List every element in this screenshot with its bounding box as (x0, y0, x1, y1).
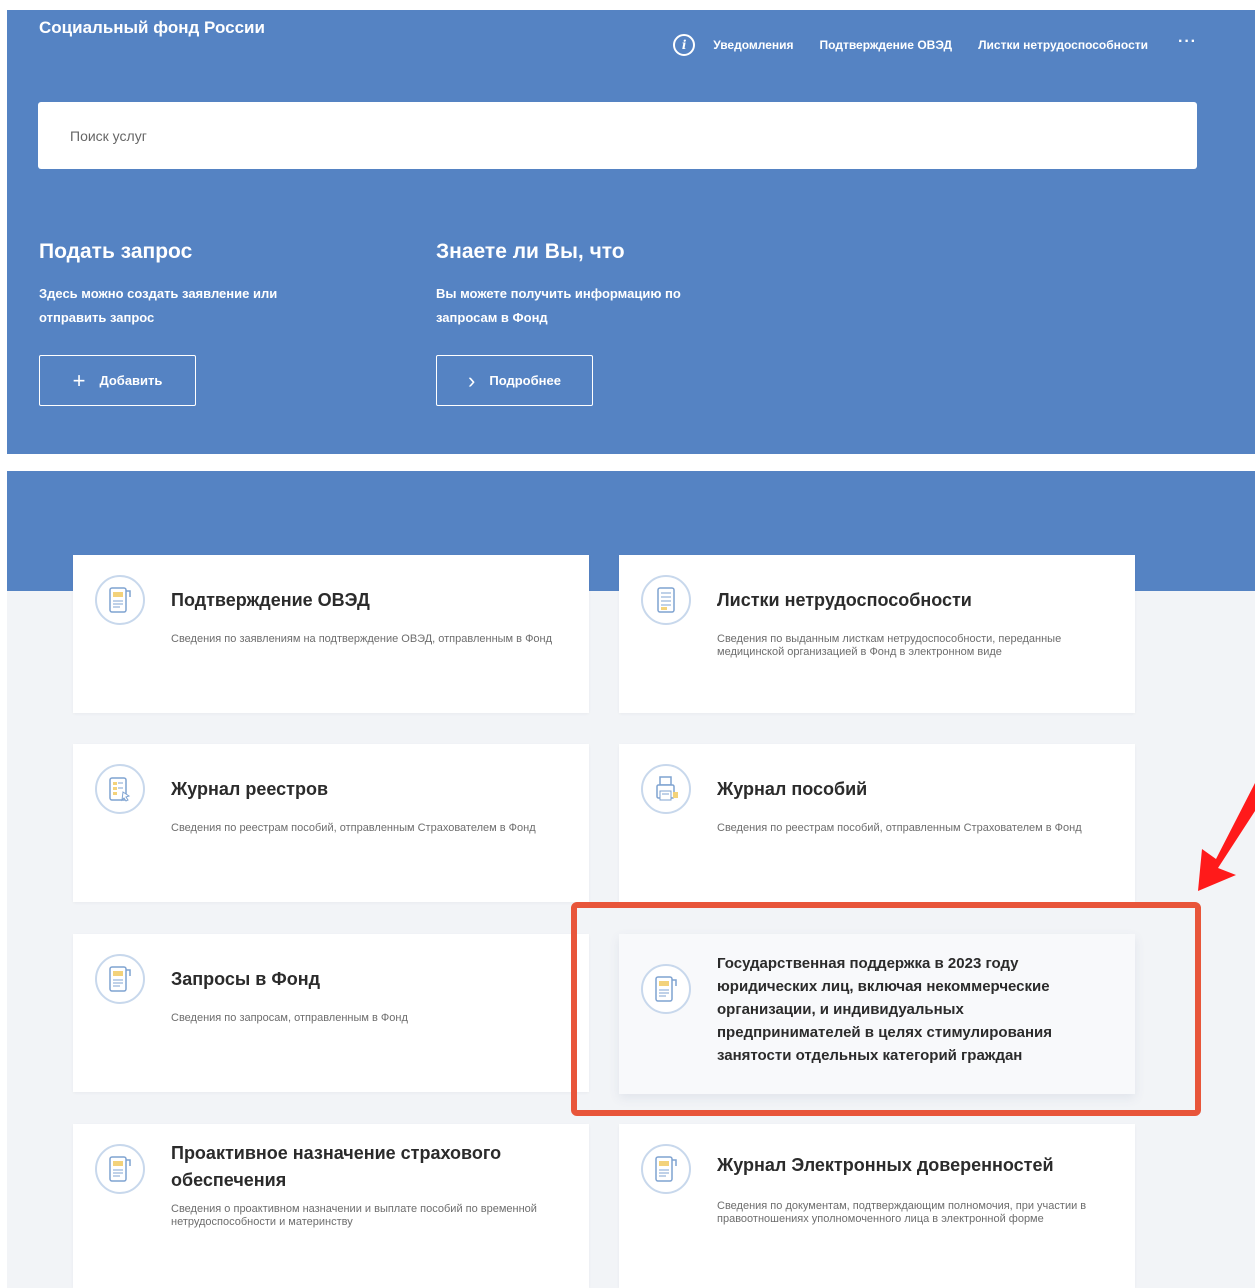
hero-panel: Социальный фонд России i Уведомления Под… (7, 10, 1255, 454)
printer-icon (641, 764, 691, 814)
more-button-label: Подробнее (489, 373, 561, 388)
add-button[interactable]: + Добавить (39, 355, 196, 406)
card-ovad[interactable]: Подтверждение ОВЭД Сведения по заявления… (73, 555, 589, 713)
info-icon[interactable]: i (673, 34, 696, 56)
document-icon (95, 1144, 145, 1194)
more-icon[interactable]: ··· (1178, 33, 1197, 51)
search-input[interactable] (38, 102, 1197, 169)
highlight-frame (571, 902, 1201, 1116)
card-proactive-insurance[interactable]: Проактивное назначение страхового обеспе… (73, 1124, 589, 1288)
nav-notifications[interactable]: Уведомления (713, 38, 793, 52)
card-title: Журнал реестров (171, 779, 329, 799)
card-description: Сведения по документам, подтверждающим п… (717, 1200, 1087, 1225)
promo-title: Знаете ли Вы, что (436, 240, 625, 263)
card-registry-journal[interactable]: Журнал реестров Сведения по реестрам пос… (73, 744, 589, 902)
annotation-arrow-icon (1198, 783, 1255, 891)
plus-icon: + (72, 367, 86, 393)
card-title: Проактивное назначение страхового обеспе… (171, 1143, 502, 1190)
card-requests[interactable]: Запросы в Фонд Сведения по запросам, отп… (73, 934, 589, 1092)
brand-title: Социальный фонд России (39, 18, 265, 37)
card-description: Сведения по реестрам пособий, отправленн… (717, 822, 1082, 834)
add-button-label: Добавить (99, 373, 163, 388)
card-description: Сведения о проактивном назначении и выпл… (171, 1203, 537, 1228)
promo-text: Вы можете получить информацию по запроса… (436, 286, 681, 325)
top-nav: i Уведомления Подтверждение ОВЭД Листки … (673, 33, 1197, 56)
card-benefits-journal[interactable]: Журнал пособий Сведения по реестрам посо… (619, 744, 1135, 902)
card-title: Листки нетрудоспособности (717, 590, 972, 610)
nav-sick-leave[interactable]: Листки нетрудоспособности (978, 38, 1148, 52)
registry-icon (95, 764, 145, 814)
card-title: Журнал пособий (717, 779, 868, 799)
card-description: Сведения по реестрам пособий, отправленн… (171, 822, 536, 834)
sheet-icon (641, 575, 691, 625)
card-e-power-of-attorney[interactable]: Журнал Электронных доверенностей Сведени… (619, 1124, 1135, 1288)
promo-text: Здесь можно создать заявление или отправ… (39, 286, 278, 325)
card-title: Журнал Электронных доверенностей (717, 1155, 1054, 1175)
card-sick-leave[interactable]: Листки нетрудоспособности Сведения по вы… (619, 555, 1135, 713)
card-description: Сведения по заявлениям на подтверждение … (171, 633, 553, 645)
card-description: Сведения по запросам, отправленным в Фон… (171, 1012, 408, 1024)
promo-submit-request: Подать запрос Здесь можно создать заявле… (39, 240, 339, 406)
page: Социальный фонд России i Уведомления Под… (0, 0, 1255, 1288)
nav-ovad[interactable]: Подтверждение ОВЭД (820, 38, 953, 52)
document-icon (641, 1144, 691, 1194)
more-button[interactable]: › Подробнее (436, 355, 593, 406)
document-icon (95, 575, 145, 625)
chevron-right-icon: › (468, 367, 476, 393)
document-icon (95, 954, 145, 1004)
promo-did-you-know: Знаете ли Вы, что Вы можете получить инф… (436, 240, 736, 406)
card-title: Запросы в Фонд (171, 969, 321, 989)
promo-title: Подать запрос (39, 240, 193, 263)
card-description: Сведения по выданным листкам нетрудоспос… (717, 633, 1062, 658)
card-title: Подтверждение ОВЭД (171, 590, 370, 610)
